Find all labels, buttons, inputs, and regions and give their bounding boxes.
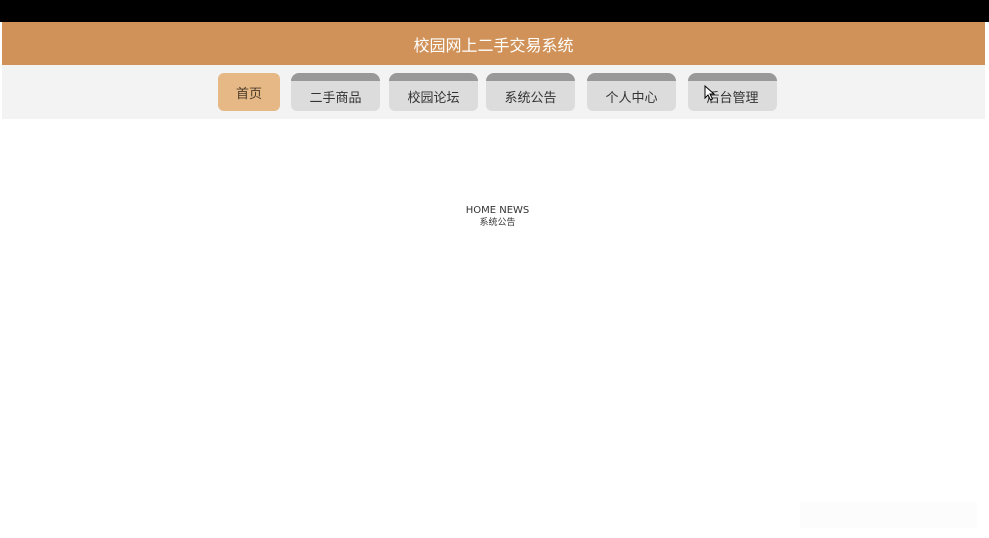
nav-tab-products[interactable]: 二手商品 [291, 73, 380, 111]
nav-tab-label: 个人中心 [605, 90, 658, 106]
nav-tab-label: 校园论坛 [407, 90, 460, 106]
title-banner: 校园网上二手交易系统 [2, 22, 985, 65]
footer-faint-block [800, 502, 977, 528]
nav-tab-forum[interactable]: 校园论坛 [389, 73, 478, 111]
site-title: 校园网上二手交易系统 [413, 35, 574, 55]
browser-top-bar [0, 0, 989, 22]
nav-tab-label: 二手商品 [309, 90, 362, 106]
nav-tab-label: 首页 [235, 86, 262, 102]
section-title-cn: 系统公告 [479, 218, 516, 228]
nav-tab-announcements[interactable]: 系统公告 [486, 73, 575, 111]
nav-tab-home[interactable]: 首页 [218, 73, 280, 111]
nav-tab-user-center[interactable]: 个人中心 [587, 73, 676, 111]
section-heading: HOME NEWS 系统公告 [0, 205, 989, 229]
main-navigation: 首页 二手商品 校园论坛 系统公告 个人中心 后台管理 [2, 65, 985, 119]
nav-tab-admin[interactable]: 后台管理 [688, 73, 777, 111]
section-title-en: HOME NEWS [465, 205, 530, 216]
mouse-pointer-icon [704, 84, 716, 101]
nav-tab-label: 系统公告 [504, 90, 557, 106]
